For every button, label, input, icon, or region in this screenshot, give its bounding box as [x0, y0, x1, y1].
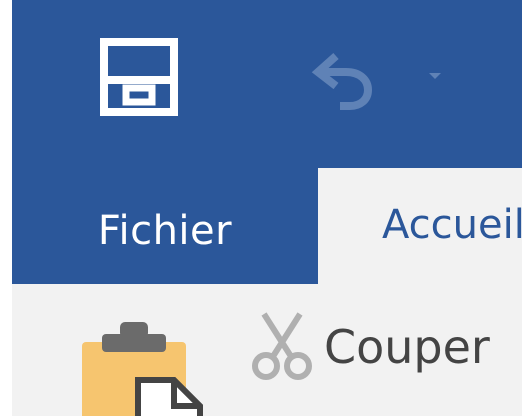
word-window: Fichier Accueil Couper	[12, 0, 522, 416]
save-icon	[100, 38, 178, 116]
save-button[interactable]	[100, 38, 178, 116]
tab-home-label: Accueil	[382, 202, 522, 248]
undo-button[interactable]	[310, 48, 376, 112]
tab-file[interactable]: Fichier	[12, 168, 318, 284]
tab-file-label: Fichier	[97, 208, 233, 254]
ribbon-clipboard-group: Couper	[12, 284, 522, 416]
tab-home[interactable]: Accueil	[318, 168, 522, 284]
cut-button[interactable]: Couper	[250, 310, 522, 382]
paste-button[interactable]	[78, 316, 218, 416]
chevron-down-icon	[429, 73, 441, 79]
paste-icon	[82, 322, 203, 416]
cut-label: Couper	[324, 320, 490, 374]
scissors-icon	[252, 312, 312, 380]
undo-dropdown-button[interactable]	[424, 64, 446, 86]
quick-access-toolbar	[12, 0, 522, 168]
undo-icon	[311, 53, 373, 110]
